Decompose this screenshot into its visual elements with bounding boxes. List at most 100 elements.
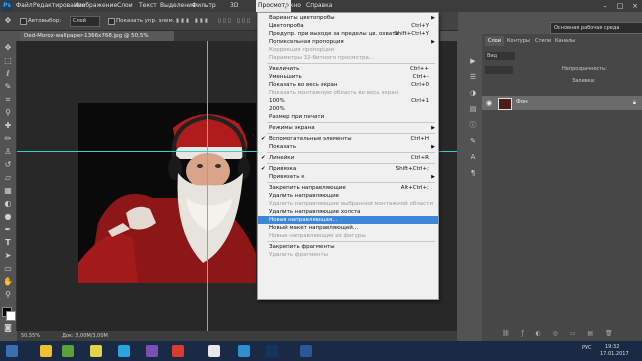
character-icon[interactable]: A [467, 152, 479, 162]
view-menu-item[interactable]: Режимы экрана ▶ [258, 124, 438, 132]
maximize-button[interactable]: □ [613, 0, 627, 12]
history-brush-icon[interactable]: ↺ [3, 160, 13, 170]
view-menu-item[interactable]: Привязать к ▶ [258, 173, 438, 181]
menu-separator [267, 152, 435, 153]
view-menu-item[interactable]: ✔ Линейки Ctrl+R [258, 154, 438, 162]
menu-3[interactable]: Изображение [72, 0, 119, 12]
menu-item-label: Привязать к [269, 174, 305, 180]
minimize-button[interactable]: – [598, 0, 612, 12]
view-menu-item[interactable]: Показать ▶ [258, 143, 438, 151]
utorrent-icon[interactable] [62, 345, 74, 357]
brushes-icon[interactable]: ✎ [467, 136, 479, 146]
view-menu-item[interactable]: Новый макет направляющей... [258, 224, 438, 232]
properties-icon[interactable]: ▤ [467, 104, 479, 114]
play-icon[interactable]: ▶ [467, 56, 479, 66]
blend-mode-dropdown[interactable] [485, 66, 513, 74]
quick-mask-icon[interactable]: ◙ [3, 323, 13, 333]
zoom-icon[interactable]: ⚲ [3, 290, 13, 300]
view-menu-item[interactable]: Увеличить Ctrl++ [258, 65, 438, 73]
workspace-switcher[interactable]: Основная рабочая среда [550, 22, 642, 34]
pen-icon[interactable]: ✒ [3, 225, 13, 235]
close-button[interactable]: × [628, 0, 642, 12]
view-menu-item[interactable]: 100% Ctrl+1 [258, 97, 438, 105]
menu-7[interactable]: Фильтр [190, 0, 218, 12]
history-icon[interactable]: ☰ [467, 72, 479, 82]
quick-select-icon[interactable]: ✎ [3, 82, 13, 92]
telegram-icon[interactable] [238, 345, 250, 357]
photoshop-taskbar-icon[interactable] [266, 345, 278, 357]
view-menu-item[interactable]: Попиксельная пропорция ▶ [258, 38, 438, 46]
clock-time[interactable]: 19:32 [605, 344, 619, 350]
background-color-swatch[interactable] [6, 311, 16, 321]
view-menu-item[interactable]: Показать во весь экран Ctrl+0 [258, 81, 438, 89]
healing-icon[interactable]: ✚ [3, 121, 13, 131]
vertical-guide[interactable] [207, 41, 208, 331]
dodge-icon[interactable]: ● [3, 212, 13, 222]
document-tab[interactable]: Ded-Moroz-wallpaper-1366x768.jpg @ 50,5%… [20, 31, 174, 49]
info-icon[interactable]: ⓘ [467, 120, 479, 130]
brush-icon[interactable]: ✏ [3, 134, 13, 144]
view-menu-item[interactable]: Размер при печати [258, 113, 438, 121]
type-icon[interactable]: T [3, 238, 13, 248]
tab-channels[interactable]: Каналы [552, 36, 578, 46]
view-menu-item[interactable]: Предупр. при выходе за пределы цв. охват… [258, 30, 438, 38]
shape-icon[interactable]: ▭ [3, 264, 13, 274]
marquee-icon[interactable]: ⬚ [3, 56, 13, 66]
view-menu-item[interactable]: Закрепить направляющие Alt+Ctrl+; [258, 184, 438, 192]
view-menu-item[interactable]: 200% [258, 105, 438, 113]
menu-11[interactable]: Справка [304, 0, 334, 12]
layers-footer-icons[interactable]: ⛓ ƒ ◐ ◎ ▭ ▤ 🗑 [502, 330, 618, 337]
path-select-icon[interactable]: ➤ [3, 251, 13, 261]
adjust-icon[interactable]: ◑ [467, 88, 479, 98]
view-menu-item[interactable]: Уменьшить Ctrl+- [258, 73, 438, 81]
gradient-icon[interactable]: ▦ [3, 186, 13, 196]
autoselect-dropdown[interactable]: Слой [70, 16, 100, 27]
menu-10[interactable]: Окно [283, 0, 303, 12]
autoselect-checkbox[interactable] [20, 18, 27, 25]
tab-styles[interactable]: Стили [532, 36, 554, 46]
explorer-icon[interactable] [40, 345, 52, 357]
move-icon[interactable]: ✥ [3, 43, 13, 53]
start-icon[interactable] [6, 345, 18, 357]
word-icon[interactable] [300, 345, 312, 357]
stamp-icon[interactable]: ♙ [3, 147, 13, 157]
menu-item-label: Уменьшить [269, 74, 302, 80]
paragraph-icon[interactable]: ¶ [467, 168, 479, 178]
viber-icon[interactable] [146, 345, 158, 357]
view-menu-item[interactable]: ✔ Вспомогательные элементы Ctrl+H [258, 135, 438, 143]
layer-name[interactable]: Фон [516, 99, 528, 105]
opera-icon[interactable] [172, 345, 184, 357]
visibility-eye-icon[interactable]: ◉ [486, 99, 492, 107]
eraser-icon[interactable]: ▱ [3, 173, 13, 183]
tab-layers[interactable]: Слои [485, 36, 504, 46]
show-transform-checkbox[interactable] [108, 18, 115, 25]
zoom-level[interactable]: 50,55% [21, 331, 40, 341]
winamp-icon[interactable] [90, 345, 102, 357]
align-icons[interactable]: ▮▮▮ ▮▮▮ [176, 16, 210, 26]
view-menu-item[interactable]: Удалить направляющие холста [258, 208, 438, 216]
menu-4[interactable]: Слои [115, 0, 135, 12]
menu-8[interactable]: 3D [228, 0, 240, 12]
keyboard-lang[interactable]: РУС [582, 345, 592, 351]
view-menu-item[interactable]: ✔ Привязка Shift+Ctrl+; [258, 165, 438, 173]
layer-row[interactable]: ◉ Фон 🔒︎ [482, 96, 642, 110]
layer-kind-filter[interactable]: Вид [485, 52, 515, 60]
view-menu-item[interactable]: Закрепить фрагменты [258, 243, 438, 251]
view-menu-item[interactable]: Новая направляющая... [258, 216, 438, 224]
skype-icon[interactable] [118, 345, 130, 357]
view-menu-item[interactable]: Удалить направляющие [258, 192, 438, 200]
view-menu-item[interactable]: Варианты цветопробы ▶ [258, 14, 438, 22]
move-tool-icon[interactable]: ✥ [3, 16, 13, 26]
tab-paths[interactable]: Контуры [504, 36, 533, 46]
crop-icon[interactable]: ⌗ [3, 95, 13, 105]
blur-icon[interactable]: ◐ [3, 199, 13, 209]
document-image[interactable] [78, 103, 256, 283]
view-menu-item[interactable]: Цветопроба Ctrl+Y [258, 22, 438, 30]
menu-5[interactable]: Текст [137, 0, 159, 12]
distribute-icons[interactable]: ▯▯▯ ▯▯▯ [218, 16, 252, 26]
eyedropper-icon[interactable]: ⚲ [3, 108, 13, 118]
clock-date[interactable]: 17.01.2017 [600, 351, 629, 357]
hand-icon[interactable]: ✋ [3, 277, 13, 287]
lasso-icon[interactable]: ℓ [3, 69, 13, 79]
chrome-icon[interactable] [208, 345, 220, 357]
